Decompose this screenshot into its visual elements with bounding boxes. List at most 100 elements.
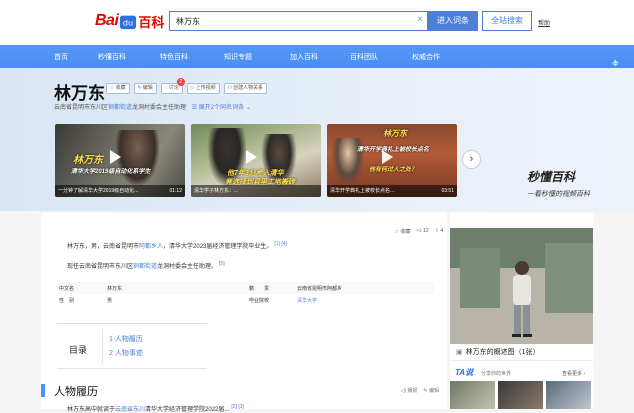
- miaodong-brand: 秒懂百科 一看秒懂的视频百科: [527, 168, 590, 199]
- entry-subtitle: 云南省昆明市东川区铜都街道龙洞村委会主任助理 ☰ 展开2个同名词条 ⌄: [54, 102, 251, 111]
- broadcast-button[interactable]: ◁) 播报: [400, 387, 417, 394]
- reference-marks[interactable]: [2] [3]: [231, 404, 244, 410]
- info-value-link[interactable]: 清华大学: [297, 297, 317, 304]
- intro-text-2: 龙洞村委会主任助理。: [157, 264, 218, 270]
- nav-item-team[interactable]: 百科团队: [350, 52, 378, 62]
- basic-info-table: 中文名 林万东 籍 贯 云南省昆明市阿都乡 性 别 男 毕业院校 清华大学: [59, 282, 434, 306]
- page-title: 林万东: [54, 84, 105, 103]
- video-overlay-question: 他有何过人之处？: [369, 167, 418, 173]
- paw-icon: du: [120, 15, 137, 30]
- play-icon: [110, 150, 121, 164]
- nav-item-join[interactable]: 加入百科: [290, 52, 318, 62]
- video-caption-text: 一分钟了解清华大学2019级自动化...: [58, 188, 139, 194]
- favorite-label: 收藏: [115, 85, 126, 91]
- favorite-button[interactable]: ☆收藏: [106, 83, 130, 94]
- discuss-button[interactable]: ◌讨论 2: [160, 78, 185, 94]
- star-icon: ☆: [110, 85, 115, 91]
- intro-link[interactable]: 铜都街道: [133, 264, 157, 270]
- share-stat[interactable]: ⇪ 4: [435, 228, 443, 235]
- share-count: 4: [440, 228, 443, 234]
- table-of-contents: 目录 1 人物履历 2 人物事迹: [57, 323, 207, 369]
- search-input[interactable]: 林万东 ×: [169, 11, 428, 31]
- video-overlay-subtitle: 清华大学2019级自动化系学生: [71, 169, 151, 175]
- reference-marks[interactable]: [5]: [219, 261, 225, 267]
- entry-actions: ☆收藏 ✎编辑 ◌讨论 2 ▷上传视频 ⚇创建人物关系: [106, 78, 268, 94]
- ta-thumbnail[interactable]: [498, 381, 543, 409]
- nav-item-featured[interactable]: 特色百科: [160, 52, 188, 62]
- summary-photo[interactable]: [450, 228, 593, 344]
- discuss-badge: 2: [176, 78, 185, 86]
- video-carousel: 林万东 清华大学2019级自动化系学生 一分钟了解清华大学2019级自动化...…: [55, 124, 457, 197]
- like-stat[interactable]: 👍︎ 12: [416, 228, 428, 235]
- video-caption-text: 清华学子林万东：...: [194, 188, 239, 194]
- toc-item[interactable]: 2 人物事迹: [109, 348, 143, 358]
- summary-photo-image: [450, 228, 593, 344]
- intro-text: 林万东，男，云南省昆明市: [67, 244, 140, 250]
- main-content: ☆ 收藏 👍︎ 12 ⇪ 4 林万东，男，云南省昆明市阿都乡人，清华大学2023…: [41, 213, 447, 413]
- video-card[interactable]: 林万东 清华大学2019级自动化系学生 一分钟了解清华大学2019级自动化...…: [55, 124, 185, 197]
- toc-label: 目录: [69, 345, 88, 355]
- subtitle-text: 云南省昆明市东川区: [54, 105, 109, 111]
- upload-video-label: 上传视频: [195, 85, 216, 91]
- enter-entry-button[interactable]: 进入词条: [428, 11, 478, 31]
- intro-paragraph: 林万东，男，云南省昆明市阿都乡人，清华大学2023届经济管理学院毕业生。 [1] …: [67, 241, 287, 250]
- play-icon: [246, 150, 257, 164]
- carousel-next-button[interactable]: ›: [462, 150, 481, 169]
- nav-item-partners[interactable]: 权威合作: [412, 52, 440, 62]
- nav-item-home[interactable]: 首页: [54, 52, 68, 62]
- section-actions: ◁) 播报 ✎ 编辑: [400, 387, 439, 394]
- logo-baike-text: 百科: [138, 14, 165, 30]
- nav-item-miaodong[interactable]: 秒懂百科: [98, 52, 126, 62]
- video-card[interactable]: 他7年3分考入清华 竟选择到县里工地搬砖 清华学子林万东：...: [191, 124, 321, 197]
- clear-icon[interactable]: ×: [417, 14, 423, 25]
- section-link[interactable]: 云南省东川: [115, 407, 145, 413]
- section-accent-bar: [41, 384, 45, 397]
- video-caption: 清华开学典礼上被校长点名... 03:51: [327, 185, 457, 197]
- photo-album-link[interactable]: ▣ 林万东的概述图（1张）: [450, 344, 593, 361]
- table-row: 中文名 林万东 籍 贯 云南省昆明市阿都乡: [59, 282, 434, 294]
- upload-video-icon: ▷: [190, 85, 195, 91]
- section-edit-button[interactable]: ✎ 编辑: [423, 387, 439, 394]
- ta-shuo-more-link[interactable]: 查看更多 ›: [562, 370, 585, 377]
- edit-label: 编辑: [142, 85, 153, 91]
- info-key: 性 别: [59, 298, 75, 304]
- search-input-value: 林万东: [176, 17, 200, 26]
- intro-link[interactable]: 阿都乡人: [139, 244, 163, 250]
- expand-homonyms-label: 展开2个同名词条: [198, 105, 245, 111]
- toc-item[interactable]: 1 人物履历: [109, 334, 143, 344]
- video-card[interactable]: 林万东 清华开学典礼上被校长点名 他有何过人之处？ 清华开学典礼上被校长点名..…: [327, 124, 457, 197]
- expand-homonyms-link[interactable]: ☰ 展开2个同名词条 ⌄: [192, 105, 251, 111]
- info-value: 男: [107, 298, 113, 304]
- person-silhouette: [115, 130, 160, 188]
- section-title: 人物履历: [54, 386, 98, 398]
- toc-divider: [102, 330, 103, 364]
- section-edit-label: 编辑: [428, 388, 439, 394]
- create-relation-label: 创建人物关系: [233, 85, 264, 91]
- help-link[interactable]: 帮助: [538, 18, 550, 27]
- discuss-icon: ◌: [164, 85, 168, 91]
- upload-video-button[interactable]: ▷上传视频: [186, 83, 220, 94]
- section-text-2: 清华大学经济管理学院2022届...: [145, 407, 230, 413]
- nav-item-topics[interactable]: 知识专题: [224, 52, 252, 62]
- ta-shuo-header: TA说 分享你的世界 查看更多 ›: [450, 366, 593, 380]
- baidu-baike-logo[interactable]: Bai du 百科: [95, 9, 164, 33]
- section-header: 人物履历 ◁) 播报 ✎ 编辑: [41, 383, 447, 399]
- broadcast-label: 播报: [407, 388, 418, 394]
- info-key: 籍 贯: [249, 286, 270, 292]
- edit-icon: ✎: [137, 85, 142, 91]
- ta-thumbnail[interactable]: [546, 381, 591, 409]
- full-site-search-button[interactable]: 全站搜索: [482, 11, 532, 31]
- favorite-stat[interactable]: ☆ 收藏: [395, 228, 411, 235]
- image-icon: ▣: [456, 349, 463, 356]
- create-relation-button[interactable]: ⚇创建人物关系: [223, 83, 268, 94]
- reference-marks[interactable]: [1] [4]: [274, 241, 287, 247]
- edit-button[interactable]: ✎编辑: [133, 83, 157, 94]
- like-count: 12: [423, 228, 429, 234]
- svg-text:du: du: [123, 18, 133, 28]
- subtitle-link[interactable]: 铜都街道: [108, 105, 132, 111]
- ta-thumbnail[interactable]: [450, 381, 495, 409]
- table-row: 性 别 男 毕业院校 清华大学: [59, 294, 434, 306]
- video-duration: 03:51: [441, 188, 454, 194]
- video-caption: 清华学子林万东：...: [191, 185, 321, 197]
- info-key: 中文名: [59, 286, 75, 292]
